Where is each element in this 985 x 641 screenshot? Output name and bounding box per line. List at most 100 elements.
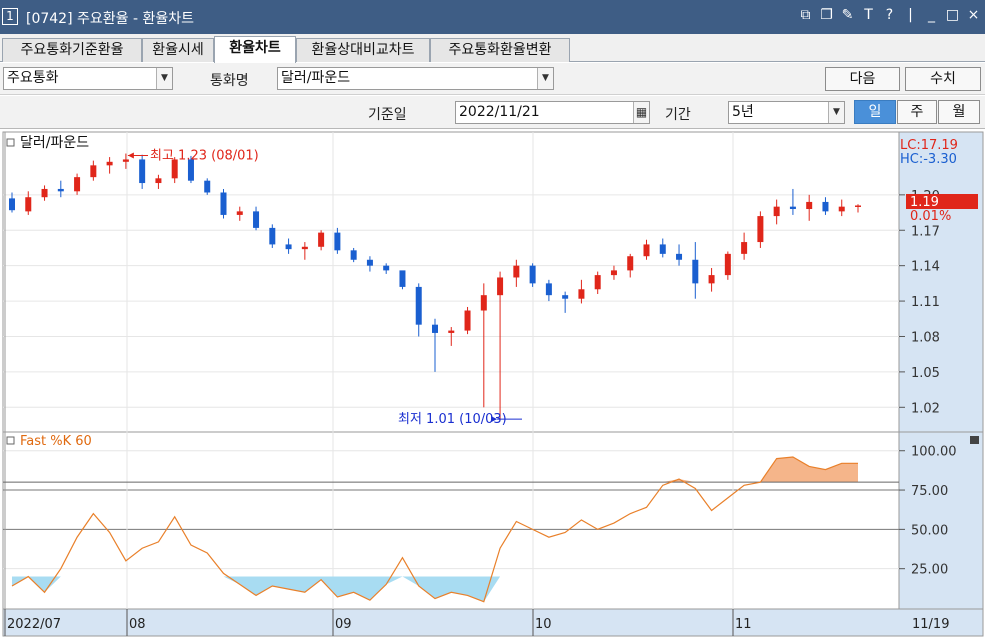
title-bar: 1 [0742] 주요환율 - 환율차트 ⧉ ❐ ✎ T ? | _ □ × (0, 0, 985, 34)
week-button[interactable]: 주 (897, 100, 937, 124)
candle-body (838, 206, 845, 212)
manual-button[interactable]: 수치 (905, 67, 981, 91)
font-size-icon[interactable]: T (861, 7, 876, 24)
candle-body (399, 270, 406, 287)
date-axis-bg (2, 608, 984, 637)
maximize-icon[interactable]: □ (945, 7, 960, 24)
candle-body (139, 159, 146, 184)
candle-body (448, 330, 455, 333)
date-tick-label: 10 (535, 617, 552, 632)
candle-body (366, 259, 373, 266)
day-button[interactable]: 일 (854, 100, 896, 124)
stoch-tick-label: 75.00 (911, 484, 948, 499)
date-input[interactable]: 2022/11/21 ▦ (455, 101, 650, 124)
panel-toggle-icon[interactable] (6, 436, 15, 445)
candle-body (855, 205, 861, 207)
candle-body (334, 232, 341, 251)
chart-svg[interactable]: 1.201.171.141.111.081.051.02100.0075.005… (0, 130, 985, 637)
candle-body (545, 283, 552, 296)
date-tick-label: 11 (735, 617, 752, 632)
chevron-down-icon[interactable]: ▼ (828, 102, 844, 123)
candle-body (90, 165, 97, 178)
candle-body (643, 244, 650, 257)
candle-body (806, 201, 813, 210)
tab-bar: 주요통화기준환율 환율시세 환율차트 환율상대비교차트 주요통화환율변환 (0, 34, 985, 63)
candle-body (415, 286, 422, 325)
candle-body (318, 232, 325, 247)
plot-frame (2, 131, 900, 610)
link-window-icon[interactable]: ⧉ (798, 7, 813, 24)
price-tick-label: 1.17 (911, 224, 940, 239)
candle-body (676, 253, 683, 260)
chart-area[interactable]: 1.201.171.141.111.081.051.02100.0075.005… (0, 130, 985, 637)
price-tick-label: 1.05 (911, 366, 940, 381)
tab-relative-compare[interactable]: 환율상대비교차트 (296, 38, 430, 62)
candle-body (285, 244, 292, 250)
price-tick-label: 1.08 (911, 330, 940, 345)
tab-conversion[interactable]: 주요통화환율변환 (430, 38, 570, 62)
tab-rate-quotes[interactable]: 환율시세 (142, 38, 214, 62)
candle-body (41, 188, 48, 198)
period-value: 5년 (732, 104, 754, 120)
candle-body (513, 265, 520, 278)
currency-label: 통화명 (210, 73, 249, 89)
chevron-down-icon[interactable]: ▼ (156, 68, 172, 89)
minimize-icon[interactable]: _ (924, 7, 939, 24)
candle-body (383, 265, 390, 271)
candle-body (757, 216, 764, 243)
stoch-tick-label: 25.00 (911, 563, 948, 578)
help-icon[interactable]: ? (882, 7, 897, 24)
high-note: 최고 1.23 (08/01) (150, 149, 259, 164)
candle-body (822, 201, 829, 212)
pin-icon[interactable]: ✎ (840, 7, 855, 24)
panel-toggle-icon[interactable] (6, 138, 15, 147)
date-value: 2022/11/21 (459, 104, 540, 120)
candle-body (74, 177, 81, 192)
candle-body (122, 159, 129, 162)
period-select[interactable]: 5년 ▼ (728, 101, 845, 124)
next-button[interactable]: 다음 (825, 67, 900, 91)
close-icon[interactable]: × (966, 7, 981, 24)
copy-window-icon[interactable]: ❐ (819, 7, 834, 24)
candle-body (9, 198, 15, 211)
price-tick-label: 1.02 (911, 401, 940, 416)
lc-value: LC:17.19 (900, 138, 958, 153)
candle-body (220, 192, 227, 215)
candle-body (773, 206, 780, 217)
date-tick-label: 08 (129, 617, 146, 632)
month-button[interactable]: 월 (938, 100, 980, 124)
candle-body (480, 295, 487, 311)
currency-select[interactable]: 달러/파운드 ▼ (277, 67, 554, 90)
candle-body (741, 242, 748, 254)
close-panel-icon[interactable] (970, 436, 979, 444)
tab-major-currency-rate[interactable]: 주요통화기준환율 (2, 38, 142, 62)
group-value: 주요통화 (7, 70, 59, 86)
chevron-down-icon[interactable]: ▼ (537, 68, 553, 89)
price-panel-title: 달러/파운드 (20, 135, 89, 151)
selector-row: 주요통화 ▼ 통화명 달러/파운드 ▼ 다음 수치 (0, 63, 985, 95)
date-label: 기준일 (368, 107, 407, 123)
candle-body (578, 289, 585, 299)
currency-value: 달러/파운드 (281, 70, 351, 86)
low-note: 최저 1.01 (10/03) (398, 412, 507, 427)
candle-body (204, 180, 211, 193)
candle-body (432, 324, 438, 333)
date-tick-label: 09 (335, 617, 352, 632)
candle-body (708, 275, 715, 284)
candle-body (659, 244, 666, 254)
tab-rate-chart[interactable]: 환율차트 (214, 36, 296, 63)
candle-body (789, 206, 796, 210)
candle-body (610, 270, 617, 276)
candle-body (350, 250, 357, 260)
candle-body (497, 277, 504, 296)
calendar-icon[interactable]: ▦ (633, 102, 649, 123)
filter-row: 기준일 2022/11/21 ▦ 기간 5년 ▼ 일 주 월 (0, 96, 985, 129)
separator: | (908, 7, 913, 23)
candle-body (301, 246, 308, 250)
date-tick-label: 11/19 (912, 617, 949, 632)
change-percent: 0.01% (910, 209, 951, 224)
candle-body (724, 253, 731, 276)
candle-body (594, 275, 601, 290)
window-title: [0742] 주요환율 - 환율차트 (26, 11, 194, 27)
group-select[interactable]: 주요통화 ▼ (3, 67, 173, 90)
